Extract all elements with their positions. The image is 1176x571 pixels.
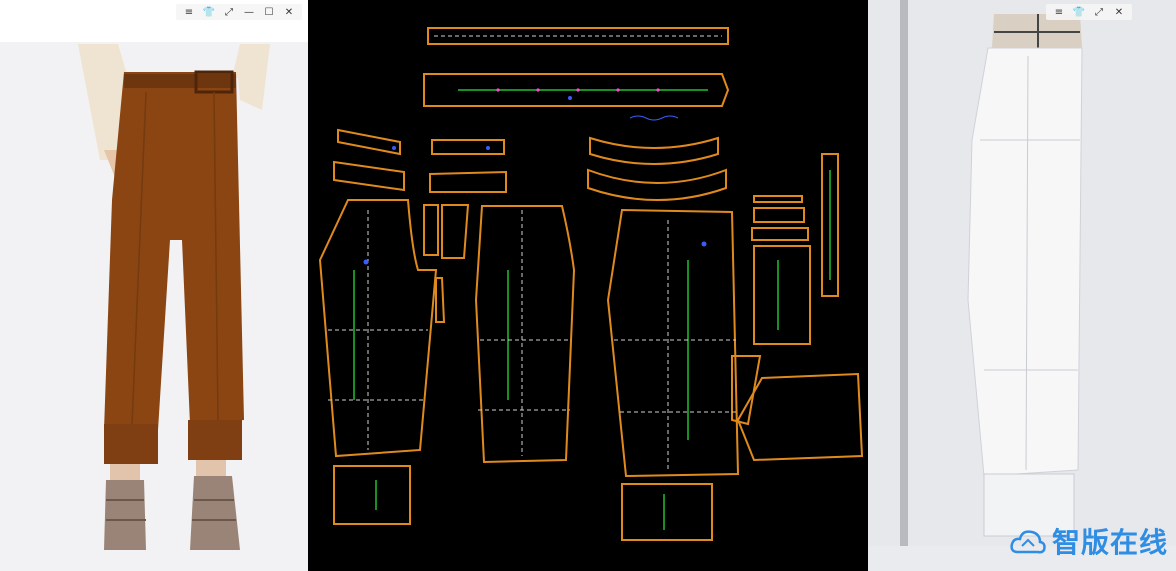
product-photo: [0, 0, 308, 571]
tab-piece-2: [753, 207, 805, 223]
close-button[interactable]: ✕: [1112, 5, 1126, 19]
close-button[interactable]: ✕: [282, 5, 296, 19]
cuff-piece-2: [621, 483, 713, 541]
product-photo-panel: ≡ 👕 ⤢ — ☐ ✕: [0, 0, 308, 571]
watermark: 智版在线: [1010, 521, 1168, 561]
back-leg-piece: [474, 205, 576, 464]
menu-icon[interactable]: ≡: [182, 5, 196, 19]
yoke-piece-1: [589, 136, 719, 165]
pocket-facing-piece: [736, 372, 864, 462]
facing-piece-1: [431, 139, 505, 155]
fitting-photo: [868, 0, 1176, 571]
right-window-controls: ≡ 👕 ⤢ ✕: [1046, 4, 1132, 20]
belt-loop-piece-2: [333, 160, 405, 192]
pocket-piece-2: [441, 204, 470, 259]
tab-piece-1: [753, 195, 803, 203]
cuff-piece-1: [333, 465, 411, 525]
maximize-button[interactable]: ☐: [262, 5, 276, 19]
watermark-text: 智版在线: [1051, 526, 1168, 559]
expand-icon[interactable]: ⤢: [222, 5, 236, 19]
minimize-button[interactable]: —: [242, 5, 256, 19]
pattern-drawing: [318, 27, 864, 541]
fly-piece: [435, 277, 446, 323]
left-window-controls: ≡ 👕 ⤢ — ☐ ✕: [176, 4, 302, 20]
yoke-piece-2: [587, 168, 727, 201]
expand-icon[interactable]: ⤢: [1092, 5, 1106, 19]
pocket-piece-1: [423, 204, 439, 256]
fitting-photo-panel: ≡ 👕 ⤢ ✕ 智版在线: [868, 0, 1176, 571]
belt-loop-piece-1: [337, 128, 401, 156]
tab-piece-3: [751, 227, 809, 241]
facing-piece-2: [429, 170, 507, 193]
front-leg-piece: [318, 199, 438, 458]
shirt-icon[interactable]: 👕: [202, 5, 216, 19]
pattern-cad-panel: [308, 0, 868, 571]
side-leg-piece: [606, 208, 740, 478]
pocket-bag-piece: [753, 245, 811, 345]
shirt-icon[interactable]: 👕: [1072, 5, 1086, 19]
menu-icon[interactable]: ≡: [1052, 5, 1066, 19]
cloud-logo-icon: [1010, 530, 1046, 554]
